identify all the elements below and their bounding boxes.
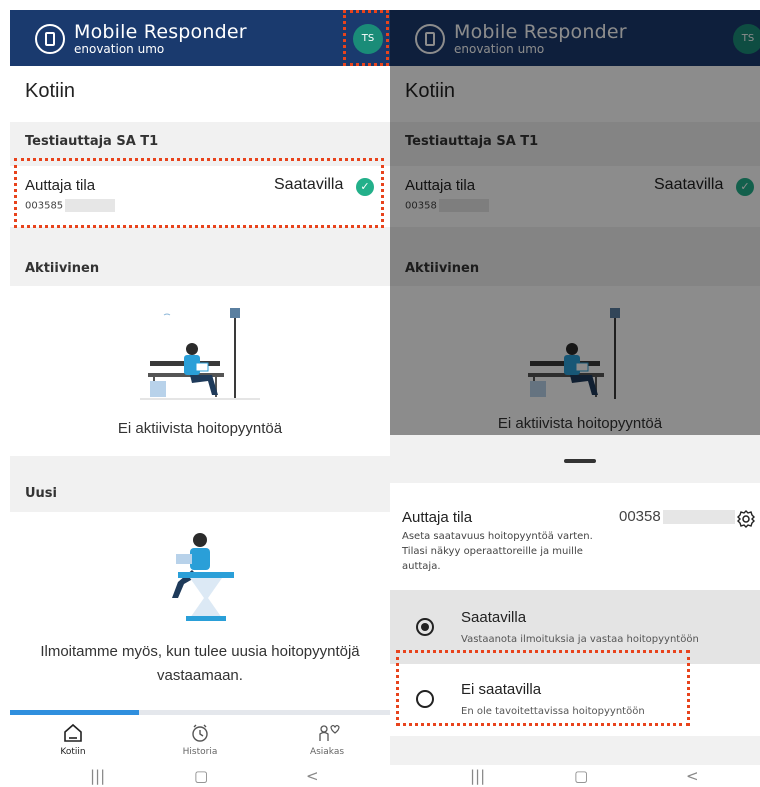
new-heading: Uusi (25, 486, 58, 501)
sheet-description: Aseta saatavuus hoitopyyntöä varten. Til… (402, 531, 593, 572)
active-heading: Aktiivinen (25, 261, 100, 276)
recent-apps-button[interactable]: ||| (470, 767, 485, 785)
nav-label-history: Historia (182, 747, 218, 757)
option-available-title: Saatavilla (461, 609, 527, 626)
phone-logo-icon (35, 24, 65, 54)
sheet-title: Auttaja tila (402, 509, 473, 526)
recent-apps-button[interactable]: ||| (90, 767, 105, 785)
highlight-avatar (343, 10, 389, 66)
new-empty-text: Ilmoitamme myös, kun tulee uusia hoitopy… (40, 643, 360, 684)
highlight-status-row (14, 158, 384, 228)
group-name: Testiauttaja SA T1 (25, 134, 159, 149)
sheet-footer (390, 736, 760, 766)
new-header-bg (10, 456, 390, 512)
back-system-button[interactable]: < (686, 767, 699, 785)
bottom-nav: Kotiin Historia Asiakas (10, 715, 390, 765)
bench-reader-illustration (140, 308, 260, 400)
nav-item-client[interactable]: Asiakas (277, 715, 377, 765)
nav-item-history[interactable]: Historia (150, 715, 250, 765)
radio-available[interactable] (416, 618, 434, 636)
gear-icon[interactable] (736, 509, 756, 529)
modal-backdrop[interactable] (390, 10, 760, 435)
clock-icon (192, 724, 208, 742)
home-system-button[interactable]: ▢ (574, 767, 588, 785)
nav-label-client: Asiakas (309, 747, 345, 757)
page-title: Kotiin (10, 66, 390, 122)
system-nav: ||| ▢ < (390, 765, 760, 787)
status-sheet-screen: Mobile Responder enovation umo TS Kotiin… (390, 10, 760, 787)
home-system-button[interactable]: ▢ (194, 767, 208, 785)
sheet-phone: 00358 (619, 508, 735, 525)
back-system-button[interactable]: < (306, 767, 319, 785)
redacted-number (662, 510, 735, 525)
home-icon (64, 723, 82, 742)
status-bottom-sheet: Auttaja tila 00358 Aseta saatavuus hoito… (390, 435, 760, 787)
app-subtitle: enovation umo (74, 42, 165, 56)
highlight-unavailable-option (396, 650, 690, 726)
home-screen: Mobile Responder enovation umo TS Kotiin… (10, 10, 390, 787)
sheet-drag-handle[interactable] (564, 459, 596, 463)
client-icon (319, 724, 340, 741)
option-available-subtitle: Vastaanota ilmoituksia ja vastaa hoitopy… (461, 634, 699, 645)
nav-item-home[interactable]: Kotiin (23, 715, 123, 765)
active-header-bg (10, 227, 390, 286)
nav-label-home: Kotiin (60, 747, 86, 757)
active-empty-text: Ei aktiivista hoitopyyntöä (117, 420, 283, 437)
hourglass-illustration (172, 533, 234, 621)
system-nav: ||| ▢ < (10, 765, 390, 787)
app-header: Mobile Responder enovation umo TS (10, 10, 390, 66)
app-title: Mobile Responder (74, 21, 247, 43)
